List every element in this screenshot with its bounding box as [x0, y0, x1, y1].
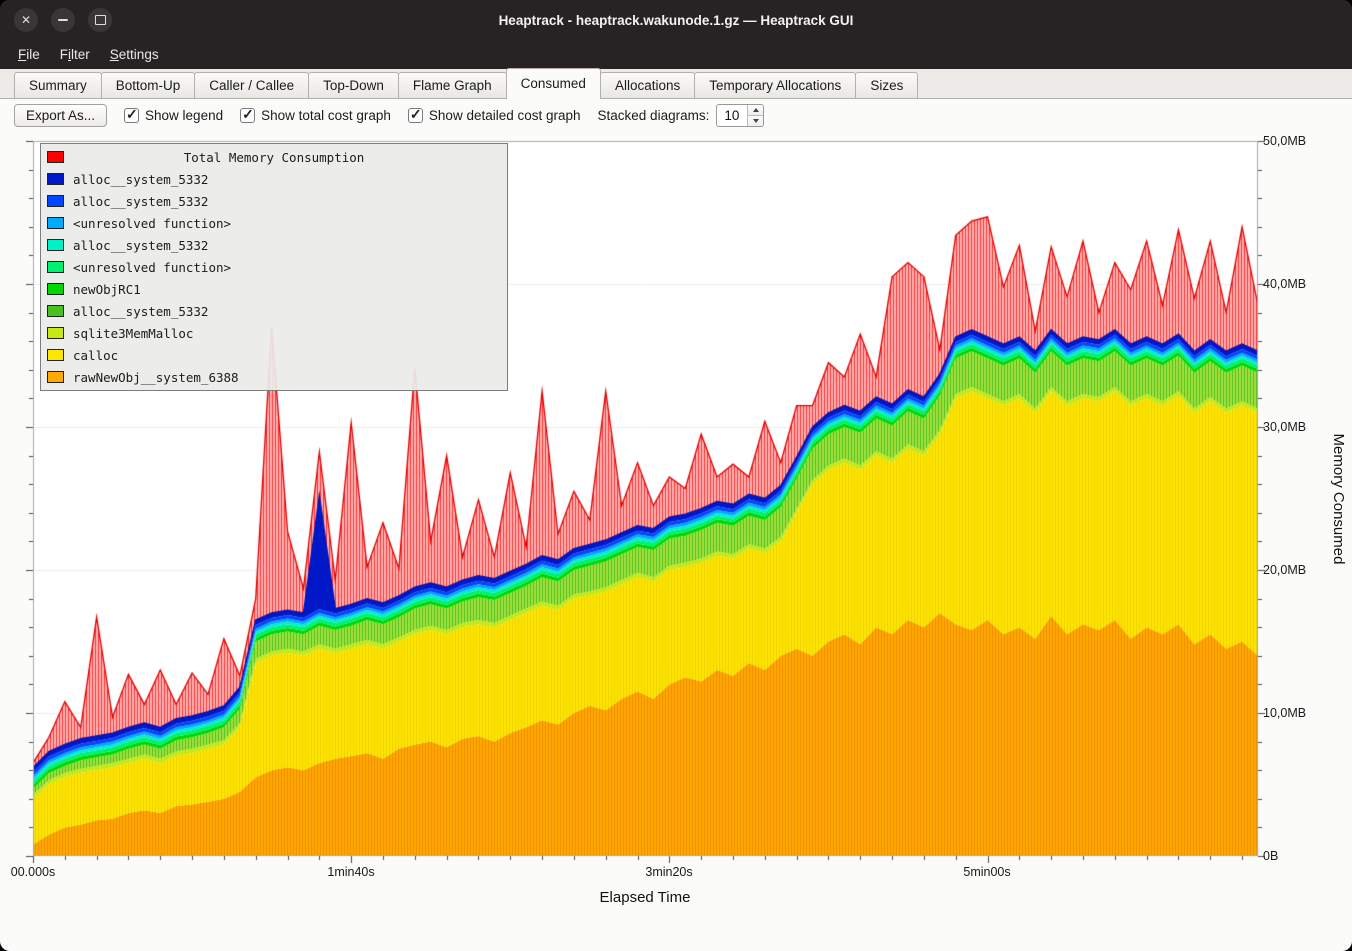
y-tick-label: 10,0MB	[1263, 706, 1306, 720]
tab-consumed[interactable]: Consumed	[506, 68, 601, 99]
tab-temporary-allocations[interactable]: Temporary Allocations	[694, 72, 856, 98]
legend-item-label: <unresolved function>	[73, 216, 231, 231]
checkbox-label: Show total cost graph	[261, 108, 391, 123]
spinner-down-button[interactable]	[748, 116, 763, 126]
legend-item-label: alloc__system_5332	[73, 172, 208, 187]
legend-color-swatch	[47, 283, 64, 295]
legend-title: Total Memory Consumption	[73, 150, 501, 165]
elapsed-time-axis-title: Elapsed Time	[600, 889, 691, 906]
legend-item-label: <unresolved function>	[73, 260, 231, 275]
x-tick-label: 3min20s	[645, 865, 692, 879]
legend-color-swatch	[47, 239, 64, 251]
tabbar: Summary Bottom-Up Caller / Callee Top-Do…	[0, 69, 1352, 99]
y-tick-label: 40,0MB	[1263, 277, 1306, 291]
legend-item: rawNewObj__system_6388	[41, 366, 507, 388]
legend-item: calloc	[41, 344, 507, 366]
stacked-diagrams-spinbox[interactable]: 10	[716, 104, 764, 127]
legend-item: <unresolved function>	[41, 212, 507, 234]
stacked-diagrams-label: Stacked diagrams:	[598, 108, 710, 123]
legend-color-swatch	[47, 217, 64, 229]
legend-item: alloc__system_5332	[41, 300, 507, 322]
minimize-button[interactable]	[51, 8, 75, 32]
menubar: File Filter Settings	[0, 40, 1352, 69]
stacked-diagrams-group: Stacked diagrams: 10	[598, 104, 765, 127]
checkbox-label: Show legend	[145, 108, 223, 123]
tab-flame-graph[interactable]: Flame Graph	[398, 72, 507, 98]
x-tick-label: 00.000s	[11, 865, 55, 879]
toolbar: Export As... Show legend Show total cost…	[0, 99, 1352, 132]
legend-item-label: calloc	[73, 348, 118, 363]
show-detailed-cost-graph-checkbox[interactable]: Show detailed cost graph	[408, 108, 581, 123]
window-controls	[14, 8, 112, 32]
close-icon	[21, 11, 31, 29]
checkbox-box-icon	[124, 108, 139, 123]
checkbox-box-icon	[408, 108, 423, 123]
memory-consumed-axis-title: Memory Consumed	[1330, 434, 1347, 565]
chevron-up-icon	[753, 108, 759, 112]
tab-sizes[interactable]: Sizes	[855, 72, 918, 98]
show-legend-checkbox[interactable]: Show legend	[124, 108, 223, 123]
show-total-cost-graph-checkbox[interactable]: Show total cost graph	[240, 108, 391, 123]
legend-color-swatch	[47, 173, 64, 185]
chevron-down-icon	[753, 119, 759, 123]
close-button[interactable]	[14, 8, 38, 32]
y-tick-label: 50,0MB	[1263, 134, 1306, 148]
legend-title-swatch	[47, 151, 64, 163]
maximize-button[interactable]	[88, 8, 112, 32]
menu-file[interactable]: File	[8, 43, 50, 66]
consumed-chart-area: 0B 10,0MB 20,0MB 30,0MB 40,0MB 50,0MB 00…	[0, 132, 1352, 951]
legend-color-swatch	[47, 305, 64, 317]
y-tick-label: 30,0MB	[1263, 420, 1306, 434]
legend-item: sqlite3MemMalloc	[41, 322, 507, 344]
y-tick-label: 0B	[1263, 849, 1278, 863]
legend-item-label: sqlite3MemMalloc	[73, 326, 193, 341]
stacked-diagrams-value[interactable]: 10	[717, 105, 747, 126]
tab-allocations[interactable]: Allocations	[600, 72, 695, 98]
legend-item-label: alloc__system_5332	[73, 194, 208, 209]
heaptrack-window: Heaptrack - heaptrack.wakunode.1.gz — He…	[0, 0, 1352, 951]
checkbox-label: Show detailed cost graph	[429, 108, 581, 123]
legend-color-swatch	[47, 327, 64, 339]
legend-item: alloc__system_5332	[41, 168, 507, 190]
legend-item-label: alloc__system_5332	[73, 238, 208, 253]
menu-filter[interactable]: Filter	[50, 43, 100, 66]
x-tick-label: 5min00s	[963, 865, 1010, 879]
window-title: Heaptrack - heaptrack.wakunode.1.gz — He…	[0, 13, 1352, 28]
legend-item: alloc__system_5332	[41, 190, 507, 212]
legend-item: <unresolved function>	[41, 256, 507, 278]
tab-bottom-up[interactable]: Bottom-Up	[101, 72, 196, 98]
y-tick-label: 20,0MB	[1263, 563, 1306, 577]
menu-settings[interactable]: Settings	[100, 43, 169, 66]
titlebar: Heaptrack - heaptrack.wakunode.1.gz — He…	[0, 0, 1352, 40]
tab-summary[interactable]: Summary	[14, 72, 102, 98]
spinner-up-button[interactable]	[748, 105, 763, 116]
minimize-icon	[58, 19, 68, 21]
legend-color-swatch	[47, 371, 64, 383]
maximize-icon	[95, 15, 106, 25]
legend-color-swatch	[47, 261, 64, 273]
legend-item-label: newObjRC1	[73, 282, 141, 297]
export-as-button[interactable]: Export As...	[14, 104, 107, 127]
legend-color-swatch	[47, 195, 64, 207]
tab-caller-callee[interactable]: Caller / Callee	[194, 72, 309, 98]
checkbox-box-icon	[240, 108, 255, 123]
x-tick-label: 1min40s	[327, 865, 374, 879]
tab-top-down[interactable]: Top-Down	[308, 72, 399, 98]
legend-item: alloc__system_5332	[41, 234, 507, 256]
chart-legend: Total Memory Consumption alloc__system_5…	[40, 143, 508, 391]
legend-color-swatch	[47, 349, 64, 361]
legend-item-label: alloc__system_5332	[73, 304, 208, 319]
legend-item-label: rawNewObj__system_6388	[73, 370, 239, 385]
legend-title-row: Total Memory Consumption	[41, 146, 507, 168]
legend-item: newObjRC1	[41, 278, 507, 300]
